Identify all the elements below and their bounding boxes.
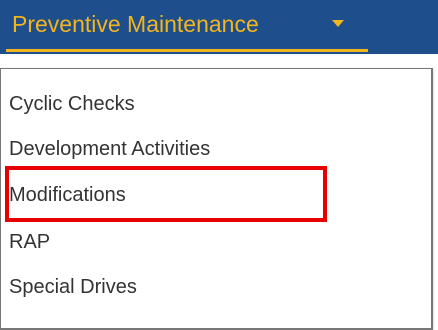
menu-item-rap[interactable]: RAP: [1, 220, 431, 260]
menu-item-special-drives[interactable]: Special Drives: [1, 265, 431, 305]
menu-item-label: Modifications: [9, 184, 126, 206]
preventive-maintenance-dropdown: Cyclic Checks Development Activities Mod…: [0, 68, 433, 330]
menu-item-label: Cyclic Checks: [9, 93, 135, 115]
menu-item-label: Special Drives: [9, 276, 137, 298]
menu-item-cyclic-checks[interactable]: Cyclic Checks: [1, 82, 431, 122]
menu-item-modifications[interactable]: Modifications: [1, 173, 431, 213]
preventive-maintenance-menu-label: Preventive Maintenance: [12, 11, 259, 37]
menu-item-label: RAP: [9, 231, 51, 253]
preventive-maintenance-menu[interactable]: Preventive Maintenance: [6, 0, 368, 52]
menu-item-development-activities[interactable]: Development Activities: [1, 127, 431, 167]
chevron-down-icon: [332, 20, 344, 27]
top-navbar: Preventive Maintenance: [0, 0, 438, 54]
menu-item-label: Development Activities: [9, 138, 211, 160]
